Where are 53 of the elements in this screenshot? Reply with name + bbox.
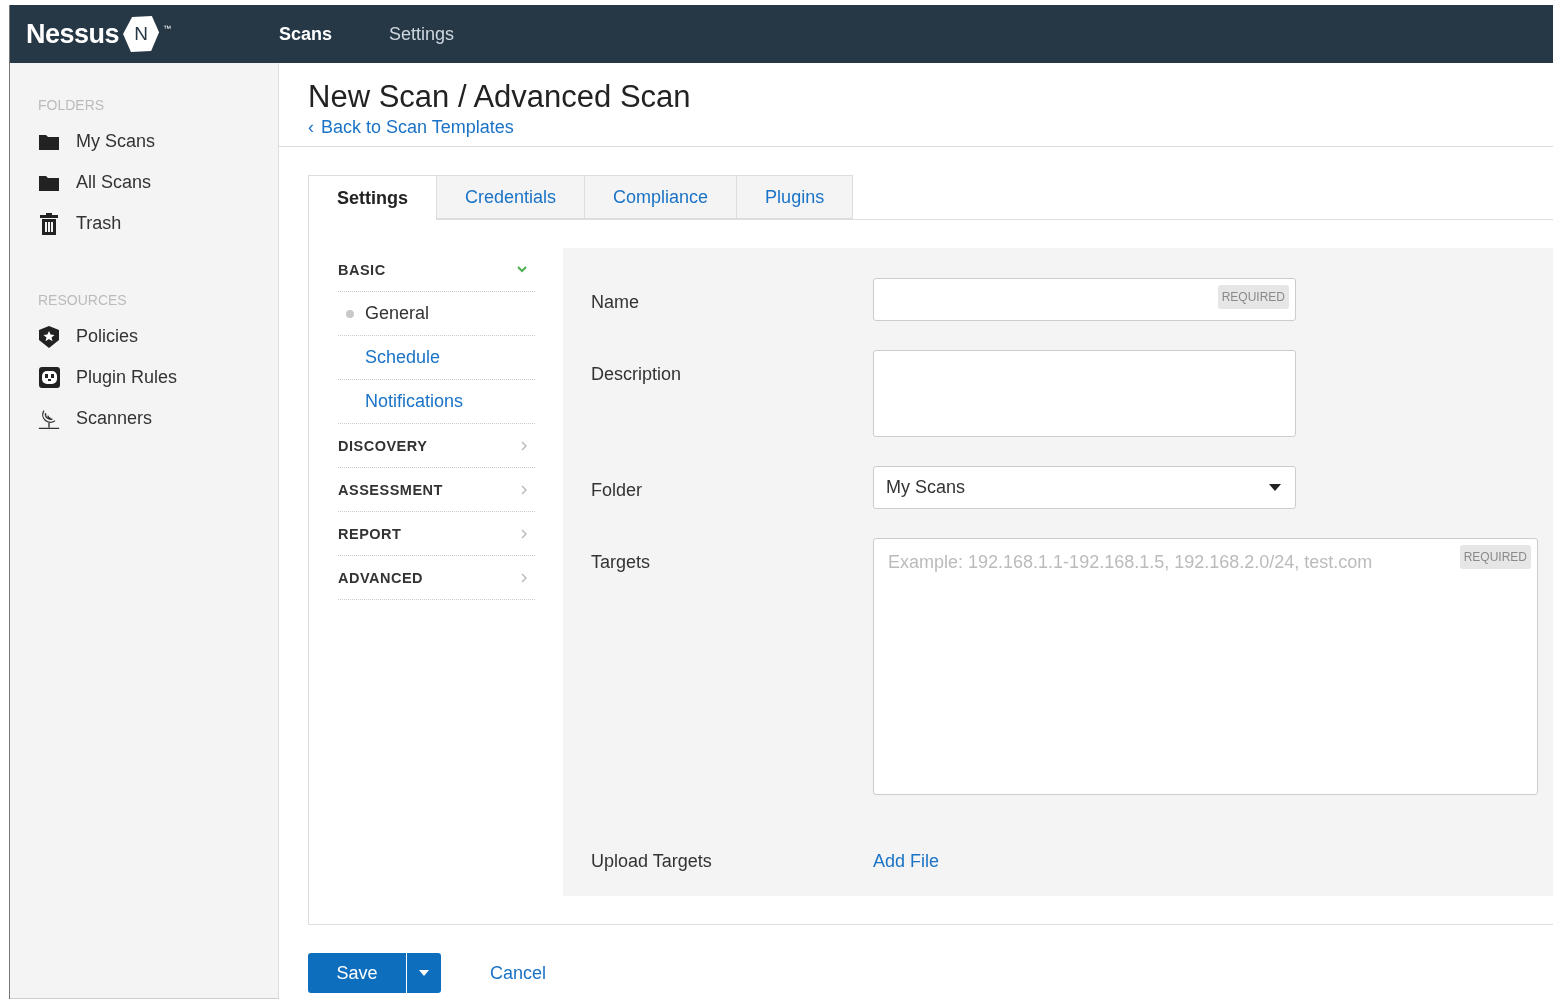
trash-icon [40, 212, 58, 235]
menu-item[interactable]: Notifications [338, 380, 535, 424]
chevron-right-icon [521, 440, 527, 451]
section-title: RESOURCES [38, 292, 128, 308]
description-field[interactable] [873, 350, 1296, 437]
sidebar-item[interactable]: All Scans [38, 162, 278, 203]
tab[interactable]: Compliance [585, 175, 738, 219]
plug-icon [38, 367, 60, 388]
folder-select[interactable]: My Scans [873, 466, 1296, 509]
required-badge: REQUIRED [1459, 545, 1531, 569]
menu-section[interactable]: ASSESSMENT [338, 468, 535, 512]
sidebar-item[interactable]: My Scans [38, 121, 278, 162]
nav-link[interactable]: Settings [389, 23, 455, 45]
sidebar-item[interactable]: Scanners [38, 398, 278, 439]
menu-section[interactable]: ADVANCED [338, 556, 535, 600]
field-label: Description [591, 363, 683, 386]
tab[interactable]: Credentials [437, 175, 586, 219]
field-label: Upload Targets [591, 850, 713, 872]
save-button[interactable]: Save [308, 953, 406, 993]
tab[interactable]: Settings [308, 175, 437, 220]
menu-item[interactable]: Schedule [338, 336, 535, 380]
section-title: FOLDERS [38, 97, 106, 113]
back-link[interactable]: ‹ Back to Scan Templates [308, 117, 514, 138]
sidebar-item[interactable]: Trash [38, 203, 278, 244]
shield-icon [39, 325, 59, 348]
logo-badge: N [123, 16, 160, 52]
add-file-link[interactable]: Add File [873, 837, 940, 872]
page-title: New Scan / Advanced Scan [308, 79, 692, 115]
menu-section[interactable]: BASIC [338, 248, 535, 292]
chevron-down-icon [517, 266, 527, 273]
nav-link[interactable]: Scans [279, 23, 333, 45]
field-label: Targets [591, 551, 652, 574]
logo: Nessus [26, 18, 120, 50]
bullet-icon [346, 309, 354, 318]
save-options-button[interactable] [406, 953, 441, 993]
chevron-right-icon [521, 572, 527, 583]
folder-icon [39, 174, 59, 191]
menu-section[interactable]: DISCOVERY [338, 424, 535, 468]
chevron-right-icon [521, 528, 527, 539]
sidebar-item[interactable]: Policies [38, 316, 278, 357]
cancel-link[interactable]: Cancel [490, 962, 547, 984]
menu-item[interactable]: General [338, 292, 535, 336]
chevron-right-icon [521, 484, 527, 495]
caret-icon [419, 970, 429, 976]
sidebar-item[interactable]: Plugin Rules [38, 357, 278, 398]
field-label: Folder [591, 479, 644, 502]
folder-icon [39, 133, 59, 150]
trademark: ™ [163, 24, 172, 33]
menu-section[interactable]: REPORT [338, 512, 535, 556]
required-badge: REQUIRED [1217, 285, 1289, 309]
field-label: Name [591, 291, 640, 314]
tab[interactable]: Plugins [737, 175, 854, 219]
caret-icon [1269, 484, 1281, 491]
